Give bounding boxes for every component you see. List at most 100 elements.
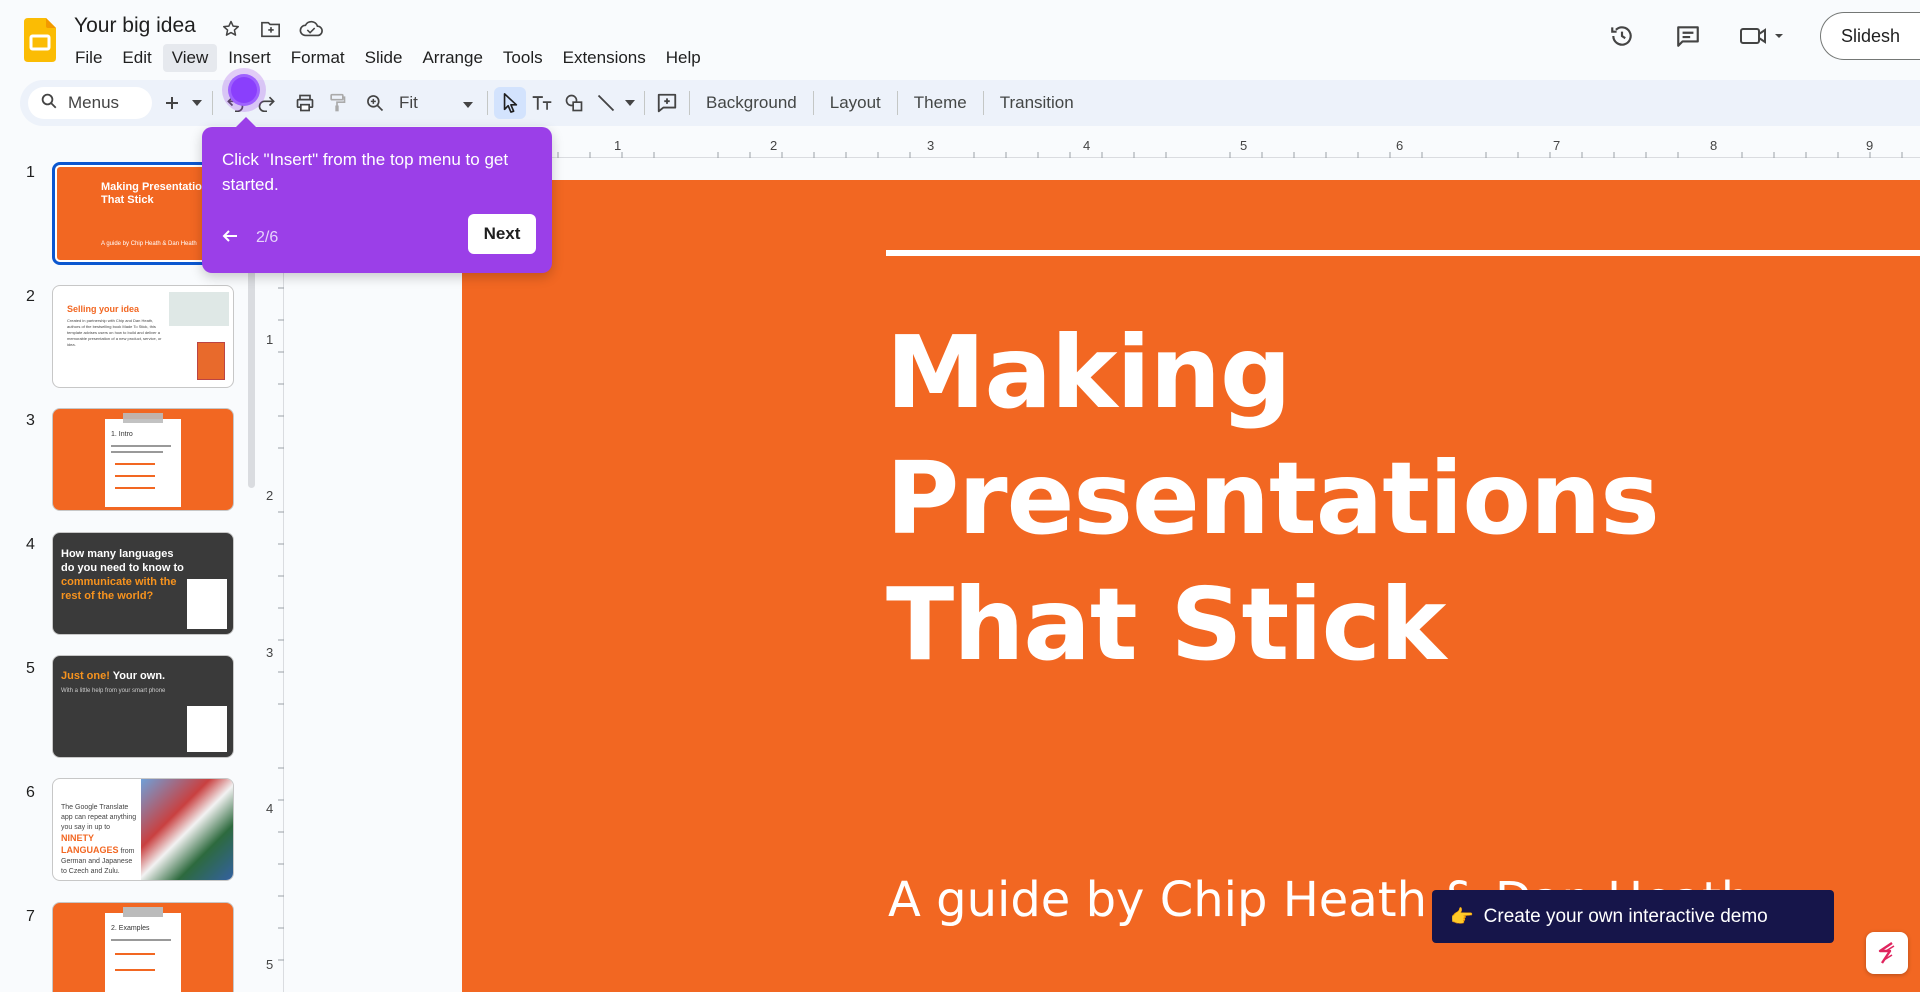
line-dropdown-icon[interactable]: [622, 87, 638, 119]
ruler-label: 8: [1710, 138, 1718, 153]
slide-divider-line: [886, 250, 1920, 256]
thumb-title: Just one! Your own.: [61, 670, 165, 682]
toolbar-divider: [644, 91, 645, 115]
line-icon[interactable]: [590, 87, 622, 119]
slide-thumbnail-5[interactable]: Just one! Your own. With a little help f…: [52, 655, 234, 758]
slide-number: 2: [26, 288, 35, 305]
menu-bar: File Edit View Insert Format Slide Arran…: [66, 44, 710, 72]
slide-number: 5: [26, 660, 35, 677]
move-to-folder-icon[interactable]: [258, 16, 284, 42]
slide-thumbnail-3[interactable]: 1. Intro: [52, 408, 234, 511]
thumb-text-line: [115, 487, 155, 489]
theme-button[interactable]: Theme: [904, 93, 977, 113]
slide-thumbnail-6[interactable]: The Google Translate app can repeat anyt…: [52, 778, 234, 881]
toolbar-divider: [812, 91, 814, 115]
background-button[interactable]: Background: [696, 93, 807, 113]
menu-view[interactable]: View: [162, 44, 218, 72]
paint-format-icon[interactable]: [321, 87, 353, 119]
cloud-saved-icon[interactable]: [298, 16, 324, 42]
slide-number: 1: [26, 164, 35, 181]
tooltip-text: Click "Insert" from the top menu to get …: [222, 150, 509, 194]
thumb-text-line: [115, 953, 155, 955]
create-demo-banner[interactable]: 👉 Create your own interactive demo: [1432, 890, 1834, 943]
slide-title[interactable]: Making Presentations That Stick: [886, 310, 1916, 688]
ruler-label: 1: [614, 138, 622, 153]
thumb-title: 2. Examples: [111, 925, 150, 932]
toolbar-divider: [982, 91, 984, 115]
zoom-value: Fit: [399, 93, 418, 112]
ruler-label: 4: [266, 801, 274, 816]
thumb-tape: [123, 413, 163, 423]
menu-insert[interactable]: Insert: [219, 44, 280, 72]
insert-comment-icon[interactable]: [651, 87, 683, 119]
slide-thumbnail-4[interactable]: How many languages do you need to know t…: [52, 532, 234, 635]
menu-extensions[interactable]: Extensions: [554, 44, 655, 72]
back-arrow-icon[interactable]: [222, 227, 238, 248]
thumb-caption: With a little help from your smart phone: [61, 688, 166, 694]
version-history-icon[interactable]: [1604, 18, 1640, 54]
ruler-label: 5: [266, 957, 274, 972]
layout-button[interactable]: Layout: [820, 93, 891, 113]
transition-button[interactable]: Transition: [990, 93, 1084, 113]
thumb-text-line: [111, 445, 171, 447]
vertical-ruler[interactable]: 1 2 3 4 5: [262, 160, 284, 992]
storylane-logo-icon[interactable]: [1866, 932, 1908, 974]
ruler-label: 4: [1083, 138, 1091, 153]
menu-format[interactable]: Format: [282, 44, 354, 72]
menu-tools[interactable]: Tools: [494, 44, 552, 72]
select-cursor-icon[interactable]: [494, 87, 526, 119]
slide-thumbnail-7[interactable]: 2. Examples: [52, 902, 234, 992]
ruler-label: 1: [266, 332, 274, 347]
ruler-label: 6: [1396, 138, 1404, 153]
create-demo-label: Create your own interactive demo: [1483, 905, 1768, 927]
thumb-text-line: [111, 451, 163, 453]
document-title[interactable]: Your big idea: [74, 14, 196, 38]
menu-edit[interactable]: Edit: [113, 44, 160, 72]
print-icon[interactable]: [289, 87, 321, 119]
meet-camera-icon[interactable]: [1736, 18, 1790, 54]
thumb-paper: 1. Intro: [105, 419, 181, 507]
ruler-label: 7: [1553, 138, 1561, 153]
thumb-title: Selling your idea: [67, 304, 140, 314]
toolbar-divider: [212, 91, 213, 115]
thumb-title: 1. Intro: [111, 431, 133, 438]
text-box-icon[interactable]: [526, 87, 558, 119]
slide-canvas[interactable]: Making Presentations That Stick A guide …: [462, 180, 1920, 992]
zoom-select[interactable]: Fit: [391, 93, 481, 113]
ruler-label: 2: [266, 488, 274, 503]
ruler-label: 3: [266, 645, 274, 660]
slideshow-button[interactable]: Slidesh: [1820, 12, 1920, 60]
slide-number: 4: [26, 536, 35, 553]
new-slide-dropdown-icon[interactable]: [188, 87, 206, 119]
toolbar-divider: [896, 91, 898, 115]
tour-hotspot-beacon[interactable]: [228, 74, 260, 106]
menu-file[interactable]: File: [66, 44, 111, 72]
thumb-text-line: [115, 463, 155, 465]
tour-tooltip: Click "Insert" from the top menu to get …: [202, 117, 552, 273]
next-button[interactable]: Next: [468, 214, 536, 254]
search-icon: [40, 92, 58, 115]
ruler-label: 9: [1866, 138, 1874, 153]
thumb-title-white: Your own.: [112, 670, 166, 682]
thumb-paper: [187, 706, 227, 752]
thumb-title-orange: Just one!: [61, 670, 110, 682]
thumb-caption: The Google Translate app can repeat anyt…: [61, 803, 139, 877]
tour-progress: 2/6: [256, 229, 279, 246]
search-menus-input[interactable]: Menus: [28, 87, 152, 119]
zoom-icon[interactable]: [359, 87, 391, 119]
new-slide-plus-icon[interactable]: [156, 87, 188, 119]
menu-help[interactable]: Help: [657, 44, 710, 72]
menu-slide[interactable]: Slide: [356, 44, 412, 72]
slide-number: 3: [26, 412, 35, 429]
ruler-label: 5: [1240, 138, 1248, 153]
slide-thumbnail-2[interactable]: Selling your idea Created in partnership…: [52, 285, 234, 388]
shape-icon[interactable]: [558, 87, 590, 119]
star-icon[interactable]: [218, 16, 244, 42]
menu-arrange[interactable]: Arrange: [413, 44, 491, 72]
thumb-book-image: [197, 342, 225, 380]
thumb-tape: [123, 907, 163, 917]
slides-logo-icon[interactable]: [24, 18, 56, 62]
ruler-label: 3: [927, 138, 935, 153]
comments-icon[interactable]: [1670, 18, 1706, 54]
thumb-paper: [187, 579, 227, 629]
